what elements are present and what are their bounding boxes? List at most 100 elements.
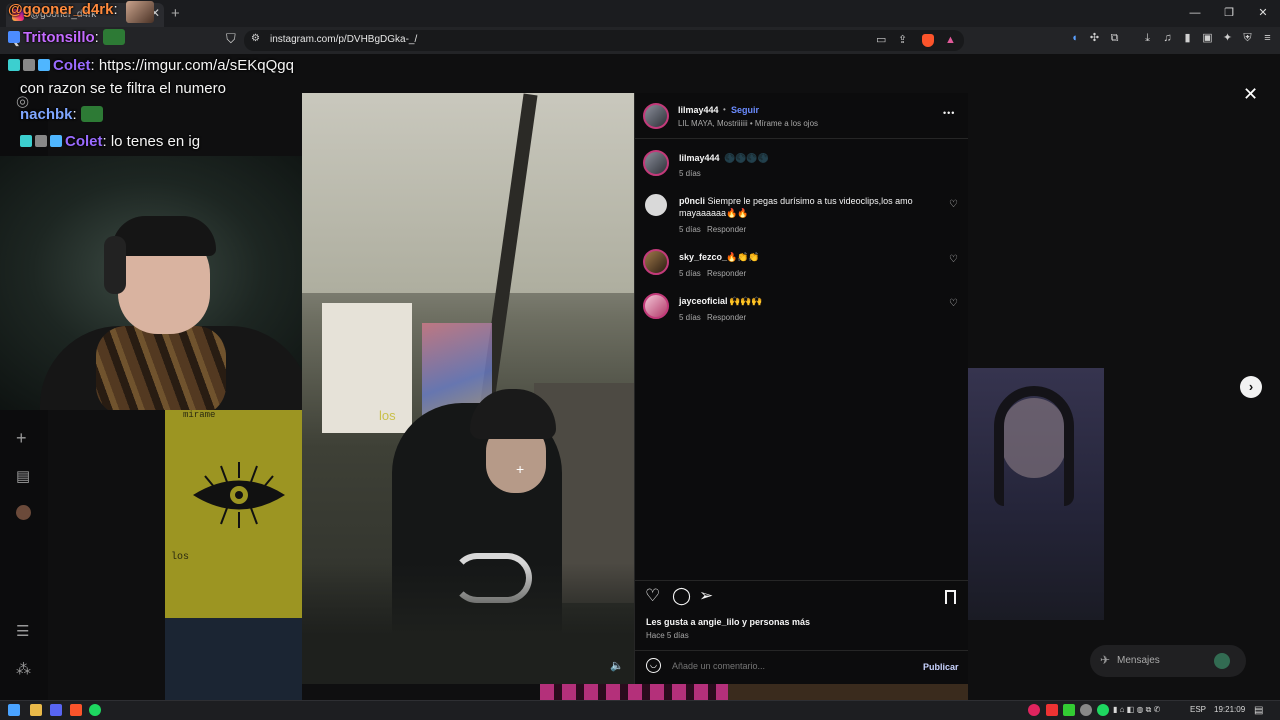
streamer-webcam bbox=[0, 156, 328, 410]
publish-button[interactable]: Publicar bbox=[923, 662, 959, 672]
comment-username[interactable]: sky_fezco_ bbox=[679, 252, 727, 262]
background-thumbnail-strip bbox=[540, 684, 728, 700]
sidebar-icon[interactable]: ▮ bbox=[1181, 32, 1194, 45]
spotify-icon[interactable] bbox=[89, 704, 101, 716]
next-post-button[interactable]: › bbox=[1240, 376, 1262, 398]
dashboard-icon[interactable]: ▤ bbox=[16, 467, 30, 485]
comment-text: 🙌🙌🙌 bbox=[729, 296, 763, 306]
follow-button[interactable]: Seguir bbox=[731, 105, 759, 115]
vpn-icon[interactable]: ⛨ bbox=[1241, 32, 1254, 45]
like-comment-icon[interactable]: ♡ bbox=[949, 254, 958, 265]
chat-text: https://imgur.com/a/sEKqQgq bbox=[98, 57, 294, 74]
save-icon[interactable] bbox=[945, 590, 956, 604]
comment-avatar[interactable] bbox=[645, 194, 667, 216]
reply-button[interactable]: Responder bbox=[707, 313, 746, 322]
reply-button[interactable]: Responder bbox=[707, 269, 746, 278]
messages-avatar bbox=[1214, 653, 1230, 669]
profile-avatar-icon[interactable] bbox=[16, 505, 31, 520]
mute-icon[interactable]: 🔈 bbox=[610, 659, 624, 672]
comment-time: 5 días bbox=[679, 225, 701, 234]
cursor-crosshair-icon: + bbox=[516, 461, 525, 477]
caption-avatar[interactable] bbox=[643, 150, 669, 176]
author-username[interactable]: lilmay444 bbox=[678, 105, 719, 115]
bookmark-icon[interactable]: ⛉ bbox=[226, 31, 236, 47]
messages-label: Mensajes bbox=[1117, 655, 1160, 666]
minimize-button[interactable]: — bbox=[1178, 0, 1212, 27]
brave-icon[interactable] bbox=[70, 704, 82, 716]
messages-button[interactable]: ✈ Mensajes bbox=[1090, 645, 1246, 677]
tray-icons[interactable]: ▮ ⌂ ◧ ◍ ⧉ ✆ bbox=[1113, 705, 1160, 715]
caption-username[interactable]: lilmay444 bbox=[679, 153, 720, 163]
reply-button[interactable]: Responder bbox=[707, 225, 746, 234]
chat-username: Tritonsillo bbox=[23, 29, 95, 46]
comment-avatar[interactable] bbox=[643, 249, 669, 275]
chat-username: Colet bbox=[65, 133, 103, 150]
chat-emote bbox=[126, 1, 154, 23]
discord-icon[interactable] bbox=[50, 704, 62, 716]
tray-app-icon[interactable] bbox=[1080, 704, 1092, 716]
chat-message: con razon se te filtra el numero bbox=[20, 80, 226, 97]
url-text[interactable]: instagram.com/p/DVHBgDGka-_/ bbox=[270, 34, 417, 45]
extensions-icon[interactable]: ✣ bbox=[1088, 32, 1101, 45]
close-window-button[interactable]: ✕ bbox=[1246, 0, 1280, 27]
video-overlay-text: los bbox=[379, 408, 396, 423]
comment-username[interactable]: jayceoficial bbox=[679, 296, 728, 306]
more-options-icon[interactable]: ••• bbox=[943, 108, 955, 118]
share-post-icon[interactable]: ➢ bbox=[699, 586, 713, 606]
tray-nvidia-icon[interactable] bbox=[1063, 704, 1075, 716]
comment-time: 5 días bbox=[679, 313, 701, 322]
brave-shield-icon[interactable] bbox=[922, 34, 934, 47]
like-comment-icon[interactable]: ♡ bbox=[949, 199, 958, 210]
audio-icon[interactable]: ◖ bbox=[1068, 32, 1081, 45]
likes-text[interactable]: Les gusta a angie_lilo y personas más bbox=[646, 617, 810, 627]
browser-titlebar bbox=[0, 0, 1280, 27]
site-settings-icon[interactable]: ⚙ bbox=[251, 33, 260, 44]
clock[interactable]: 19:21:09 bbox=[1214, 705, 1245, 714]
music-icon[interactable]: ♫ bbox=[1161, 32, 1174, 45]
create-icon[interactable]: + bbox=[16, 428, 27, 449]
chat-message: Colet: https://imgur.com/a/sEKqQgq bbox=[8, 57, 294, 74]
notifications-icon[interactable]: ▤ bbox=[1254, 705, 1263, 716]
author-avatar[interactable] bbox=[643, 103, 669, 129]
file-explorer-icon[interactable] bbox=[30, 704, 42, 716]
divider bbox=[634, 580, 968, 581]
ai-icon[interactable]: ✦ bbox=[1221, 32, 1234, 45]
comment-username[interactable]: p0ncli bbox=[679, 196, 705, 206]
album-top-text: mirame bbox=[183, 410, 216, 420]
start-icon[interactable] bbox=[8, 704, 20, 716]
comment-avatar[interactable] bbox=[643, 293, 669, 319]
screenshot-icon[interactable]: ⧉ bbox=[1108, 32, 1121, 45]
download-icon[interactable]: ⤓ bbox=[1141, 32, 1154, 45]
close-modal-icon[interactable]: ✕ bbox=[1243, 84, 1258, 105]
tray-app-icon[interactable] bbox=[1028, 704, 1040, 716]
wallet-icon[interactable]: ▣ bbox=[1201, 32, 1214, 45]
background-thumbnail bbox=[165, 618, 302, 700]
tray-spotify-icon[interactable] bbox=[1097, 704, 1109, 716]
audio-info[interactable]: LIL MAYA, Mostriiiiii • Mírame a los ojo… bbox=[678, 119, 818, 128]
language-indicator[interactable]: ESP bbox=[1190, 705, 1206, 714]
cast-icon[interactable]: ▭ bbox=[876, 33, 886, 46]
share-icon[interactable]: ⇪ bbox=[898, 33, 907, 46]
brave-rewards-icon[interactable]: ▲ bbox=[945, 34, 956, 46]
comment-input[interactable] bbox=[672, 658, 912, 674]
post-video[interactable]: los + 🔈 bbox=[302, 93, 634, 684]
chat-username: @gooner_d4rk bbox=[8, 1, 114, 18]
comment-time: 5 días bbox=[679, 269, 701, 278]
tray-record-icon[interactable] bbox=[1046, 704, 1058, 716]
maximize-button[interactable]: ❐ bbox=[1212, 0, 1246, 27]
emoji-icon[interactable]: ◡ bbox=[646, 658, 661, 673]
chat-username: nachbk bbox=[20, 106, 73, 123]
new-tab-button[interactable]: + bbox=[171, 5, 180, 22]
like-comment-icon[interactable]: ♡ bbox=[949, 298, 958, 309]
comment-icon[interactable]: ◯ bbox=[672, 586, 691, 606]
threads-icon[interactable]: ⁂ bbox=[16, 660, 31, 678]
caption-time: 5 días bbox=[679, 169, 701, 178]
album-bottom-text: los bbox=[171, 552, 190, 563]
separator bbox=[1128, 32, 1134, 45]
chat-text: lo tenes en ig bbox=[110, 133, 201, 150]
chat-message: Tritonsillo: bbox=[8, 29, 126, 46]
like-icon[interactable]: ♡ bbox=[645, 586, 660, 606]
comment-text: 🔥👏👏 bbox=[726, 252, 760, 262]
menu-icon[interactable]: ≡ bbox=[1261, 32, 1274, 45]
more-menu-icon[interactable]: ☰ bbox=[16, 622, 29, 640]
